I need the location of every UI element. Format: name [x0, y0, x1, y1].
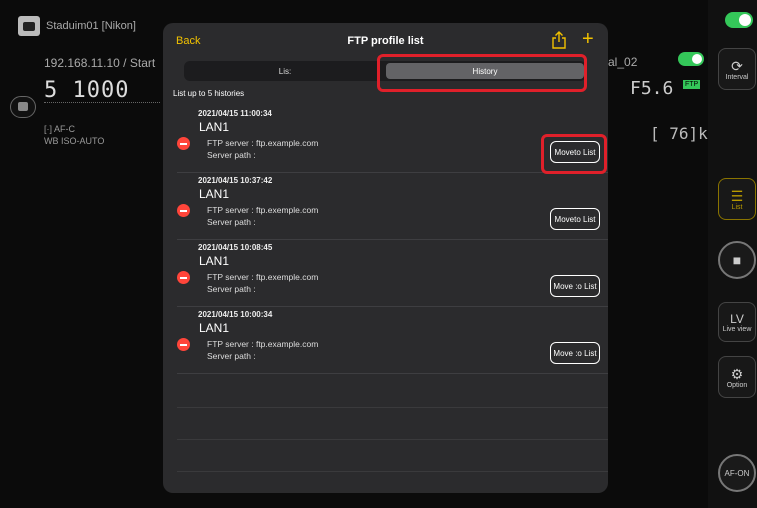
list-button[interactable]: ☰ List: [718, 178, 756, 220]
profile-name: LAN1: [199, 187, 230, 201]
profile-name: LAN1: [199, 120, 230, 134]
tab-list[interactable]: Lis:: [186, 63, 384, 79]
delete-icon[interactable]: [177, 137, 190, 150]
camera-icon: ■: [732, 252, 742, 268]
history-caption: List up to 5 histories: [173, 89, 245, 98]
gear-icon: ⚙: [730, 365, 744, 382]
delete-icon[interactable]: [177, 338, 190, 351]
history-tab-highlight: [377, 54, 587, 92]
list-label: List: [731, 203, 743, 211]
camera-icon: [18, 16, 40, 36]
capture-button[interactable]: ■: [718, 241, 756, 279]
profile-name: LAN1: [199, 321, 230, 335]
server-path: Server path :: [207, 351, 256, 361]
move-to-list-button[interactable]: Move :o List: [550, 275, 600, 297]
move-to-list-button[interactable]: Moveto List: [550, 208, 600, 230]
app-header: Staduim01 [Nikon]: [18, 16, 136, 36]
af-mode: [·] AF-C: [44, 124, 75, 134]
interval-button[interactable]: ⟳ Interval: [718, 48, 756, 90]
connection-status: 192.168.11.10 / Start: [44, 56, 156, 70]
interval-icon: ⟳: [731, 57, 743, 74]
history-date: 2021/04/15 10:08:45: [198, 243, 273, 252]
move-to-list-button[interactable]: Move :o List: [550, 342, 600, 364]
history-date: 2021/04/15 10:00:34: [198, 310, 273, 319]
shutter-display: 5 1000: [44, 78, 130, 103]
aperture-display: F5.6: [630, 78, 674, 99]
profile-toggle[interactable]: [678, 52, 704, 66]
list-item: 2021/04/15 10:00:34 LAN1 FTP server : ft…: [177, 307, 608, 374]
lv-label: LV: [730, 311, 744, 326]
history-date: 2021/04/15 10:37:42: [198, 176, 273, 185]
option-button[interactable]: ⚙ Option: [718, 356, 756, 398]
divider: [177, 471, 608, 472]
server-path: Server path :: [207, 150, 256, 160]
liveview-label: Live view: [722, 325, 752, 333]
server-path: Server path :: [207, 217, 256, 227]
move-button-highlight: [541, 134, 607, 174]
remaining-shots: [ 76]k: [650, 124, 708, 143]
server-path: Server path :: [207, 284, 256, 294]
shutter-icon[interactable]: [10, 96, 36, 118]
iso-setting: WB ISO-AUTO: [44, 136, 105, 146]
plus-icon[interactable]: +: [582, 29, 594, 49]
option-label: Option: [726, 381, 748, 389]
delete-icon[interactable]: [177, 271, 190, 284]
list-icon: ☰: [730, 187, 744, 204]
divider: [177, 439, 608, 440]
divider: [177, 407, 608, 408]
ftp-server: FTP server : ftp.exemple.com: [207, 205, 319, 215]
liveview-button[interactable]: LV Live view: [718, 302, 756, 342]
app-title: Staduim01 [Nikon]: [46, 20, 136, 32]
profile-label: al_02: [608, 55, 638, 69]
ftp-server: FTP server : ftp.exemple.com: [207, 272, 319, 282]
ftp-server: FTP server : ftp.example.com: [207, 339, 319, 349]
af-on-label: AF-ON: [724, 468, 750, 478]
connection-toggle[interactable]: [725, 12, 753, 28]
ftp-server: FTP server : ftp.example.com: [207, 138, 319, 148]
share-icon[interactable]: [551, 31, 567, 49]
profile-name: LAN1: [199, 254, 230, 268]
ftp-profile-modal: Back FTP profile list + Lis: History Lis…: [163, 23, 608, 493]
exposure-scale: [44, 102, 160, 106]
list-item: 2021/04/15 10:08:45 LAN1 FTP server : ft…: [177, 240, 608, 307]
delete-icon[interactable]: [177, 204, 190, 217]
af-on-button[interactable]: AF-ON: [718, 454, 756, 492]
history-date: 2021/04/15 11:00:34: [198, 109, 272, 118]
modal-title: FTP profile list: [347, 35, 424, 47]
ftp-badge: FTP: [683, 80, 701, 89]
list-item: 2021/04/15 10:37:42 LAN1 FTP server : ft…: [177, 173, 608, 240]
interval-label: Interval: [725, 73, 749, 81]
